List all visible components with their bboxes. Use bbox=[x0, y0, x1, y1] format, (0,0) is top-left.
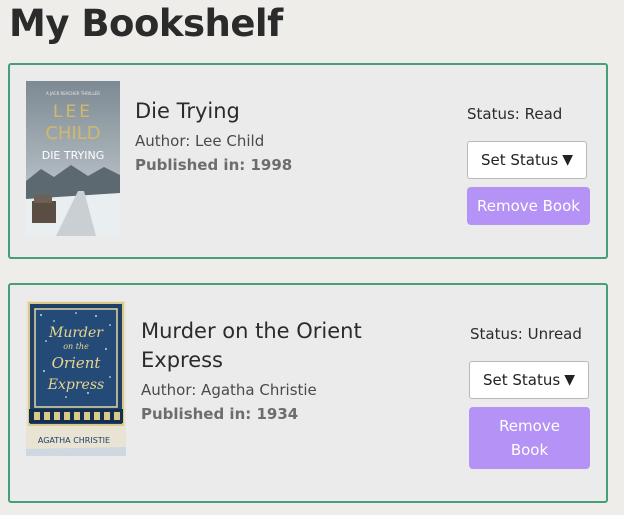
set-status-button[interactable]: Set Status ▼ bbox=[467, 141, 587, 179]
book-status: Status: Unread bbox=[470, 325, 582, 343]
set-status-button[interactable]: Set Status ▼ bbox=[469, 361, 589, 399]
book-cover-image: A JACK REACHER THRILLER LEE CHILD DIE TR… bbox=[26, 81, 120, 236]
svg-text:AGATHA CHRISTIE: AGATHA CHRISTIE bbox=[38, 436, 110, 445]
book-status: Status: Read bbox=[467, 105, 563, 123]
published-year: 1998 bbox=[250, 156, 293, 174]
book-card: A JACK REACHER THRILLER LEE CHILD DIE TR… bbox=[8, 63, 608, 259]
svg-text:LEE: LEE bbox=[53, 102, 93, 122]
caret-down-icon: ▼ bbox=[562, 152, 573, 168]
svg-text:on the: on the bbox=[63, 342, 89, 351]
svg-text:CHILD: CHILD bbox=[45, 123, 100, 144]
published-label: Published in: bbox=[135, 156, 246, 174]
book-info: Murder on the Orient Express Author: Aga… bbox=[141, 317, 441, 425]
book-published: Published in: 1998 bbox=[135, 154, 435, 176]
book-published: Published in: 1934 bbox=[141, 403, 441, 425]
page-title: My Bookshelf bbox=[9, 2, 283, 45]
published-year: 1934 bbox=[256, 405, 299, 423]
published-label: Published in: bbox=[141, 405, 252, 423]
set-status-label: Set Status bbox=[483, 371, 561, 389]
book-card: Murder on the Orient Express AGATHA CHRI… bbox=[8, 283, 608, 503]
set-status-label: Set Status bbox=[481, 151, 559, 169]
book-author: Author: Agatha Christie bbox=[141, 381, 317, 399]
book-info: Die Trying Author: Lee Child Published i… bbox=[135, 97, 435, 176]
svg-text:Orient: Orient bbox=[52, 354, 102, 372]
book-cover-image: Murder on the Orient Express AGATHA CHRI… bbox=[26, 301, 126, 456]
remove-book-button[interactable]: Remove Book bbox=[469, 407, 590, 469]
svg-text:DIE TRYING: DIE TRYING bbox=[42, 149, 105, 162]
caret-down-icon: ▼ bbox=[564, 372, 575, 388]
remove-book-button[interactable]: Remove Book bbox=[467, 187, 590, 225]
book-title: Die Trying bbox=[135, 99, 240, 123]
book-title: Murder on the Orient Express bbox=[141, 319, 362, 372]
svg-text:Express: Express bbox=[47, 377, 104, 393]
book-author: Author: Lee Child bbox=[135, 132, 265, 150]
svg-text:Murder: Murder bbox=[48, 325, 104, 341]
svg-text:A JACK REACHER THRILLER: A JACK REACHER THRILLER bbox=[46, 91, 100, 96]
